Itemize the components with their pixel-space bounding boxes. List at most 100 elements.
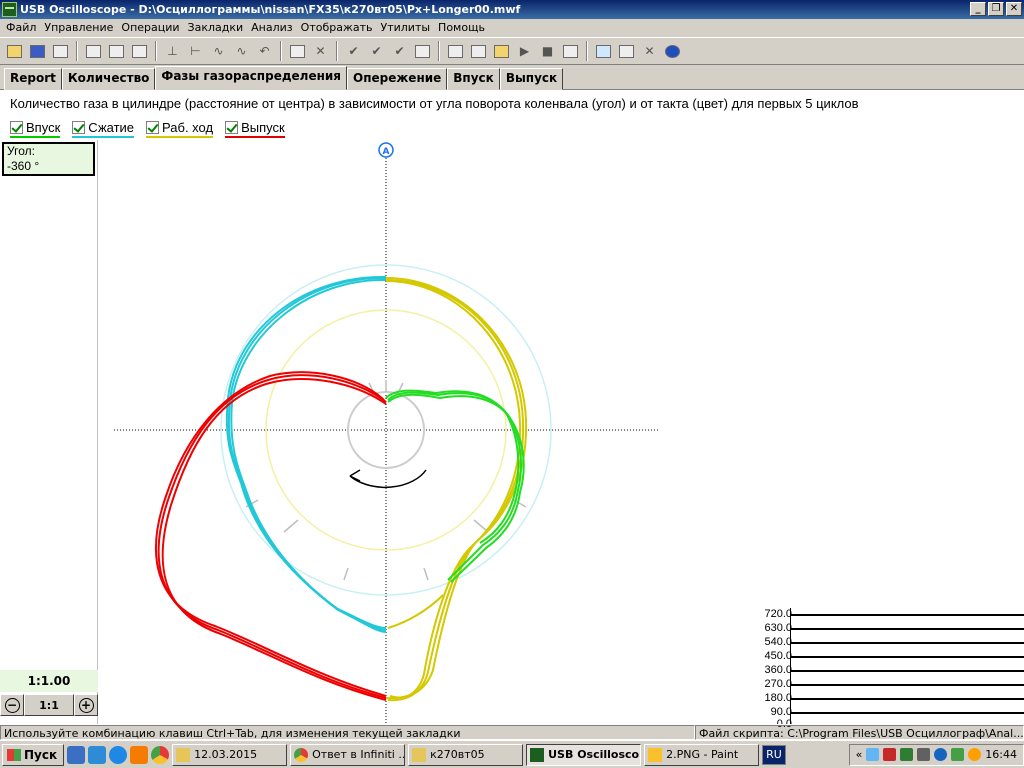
oscilloscope-app-icon: [530, 747, 545, 762]
explorer-icon[interactable]: [88, 745, 107, 764]
copy-image-icon[interactable]: [83, 41, 104, 62]
chrome-icon[interactable]: [151, 745, 170, 764]
tab-advance[interactable]: Опережение: [347, 68, 448, 90]
legend-compression[interactable]: Сжатие: [72, 120, 135, 138]
print-icon[interactable]: [50, 41, 71, 62]
clock[interactable]: 16:44: [985, 748, 1017, 761]
update-icon[interactable]: [968, 748, 982, 761]
menu-help[interactable]: Помощь: [436, 19, 491, 37]
series-power: [385, 277, 528, 702]
taskbar: Пуск 12.03.2015 Ответ в Infiniti ... к27…: [0, 740, 1024, 768]
delete-channel-icon[interactable]: ✕: [310, 41, 331, 62]
legend-exhaust[interactable]: Выпуск: [225, 120, 285, 138]
series-intake: [385, 389, 525, 583]
tab-intake[interactable]: Впуск: [447, 68, 500, 90]
checkbox-icon[interactable]: [146, 121, 160, 134]
tray-expand-icon[interactable]: «: [856, 748, 863, 761]
script-stop-icon[interactable]: ■: [537, 41, 558, 62]
tab-report[interactable]: Report: [4, 68, 62, 90]
folder-icon: [412, 747, 427, 762]
waveform-alt-icon[interactable]: ∿: [231, 41, 252, 62]
show-desktop-icon[interactable]: [67, 745, 86, 764]
checkbox-icon[interactable]: [225, 121, 239, 134]
paste-icon[interactable]: [106, 41, 127, 62]
taskbar-item-oscilloscope[interactable]: USB Oscillosco...: [526, 743, 642, 766]
taskbar-item-folder[interactable]: к270вт05: [408, 743, 524, 766]
legend-power[interactable]: Раб. ход: [146, 120, 214, 138]
media-icon[interactable]: [130, 745, 149, 764]
menu-file[interactable]: Файл: [4, 19, 42, 37]
page-icon[interactable]: [616, 41, 637, 62]
checkbox-icon[interactable]: [10, 121, 23, 134]
script-options-icon[interactable]: [560, 41, 581, 62]
chart-icon[interactable]: [593, 41, 614, 62]
zoom-ratio: 1:1.00: [0, 670, 98, 692]
scale-row: 540.0: [750, 636, 1024, 650]
undo-icon[interactable]: ↶: [254, 41, 275, 62]
scale-row: 360.0: [750, 664, 1024, 678]
script-run-icon[interactable]: ▶: [514, 41, 535, 62]
script-open-icon[interactable]: [491, 41, 512, 62]
value-scale: 720.0 630.0 540.0 450.0 360.0 270.0 180.…: [750, 608, 1024, 730]
taskbar-item-folder-date[interactable]: 12.03.2015: [172, 743, 288, 766]
tab-quantity[interactable]: Количество: [61, 68, 156, 90]
check-icon[interactable]: ✔: [343, 41, 364, 62]
scale-row: 450.0: [750, 650, 1024, 664]
start-button[interactable]: Пуск: [2, 743, 65, 766]
close-button[interactable]: ✕: [1006, 2, 1022, 16]
bluetooth-icon[interactable]: [934, 748, 948, 761]
reference-ring: [265, 309, 507, 551]
tool-icon[interactable]: [129, 41, 150, 62]
taskbar-item-browser[interactable]: Ответ в Infiniti ...: [290, 743, 406, 766]
device-icon[interactable]: [917, 748, 931, 761]
waveform-icon[interactable]: ∿: [208, 41, 229, 62]
menu-operations[interactable]: Операции: [119, 19, 185, 37]
angle-label: Угол:: [7, 144, 35, 158]
zoom-out-button[interactable]: −: [0, 694, 24, 716]
menu-bookmarks[interactable]: Закладки: [186, 19, 250, 37]
start-label: Пуск: [24, 747, 58, 762]
tab-valve-timing[interactable]: Фазы газораспределения: [155, 66, 347, 90]
checkbox-icon[interactable]: [72, 121, 86, 134]
paint-icon: [648, 747, 663, 762]
help-icon[interactable]: [662, 41, 683, 62]
tab-exhaust[interactable]: Выпуск: [499, 68, 564, 90]
save-icon[interactable]: [27, 41, 48, 62]
minimize-button[interactable]: _: [970, 2, 986, 16]
zoom-fit-icon[interactable]: [468, 41, 489, 62]
menu-analysis[interactable]: Анализ: [249, 19, 299, 37]
antivirus-icon[interactable]: [883, 748, 897, 761]
status-green-icon[interactable]: [951, 748, 965, 761]
scale-row: 180.0: [750, 692, 1024, 706]
content-area: Количество газа в цилиндре (расстояние о…: [0, 90, 1024, 730]
network-icon[interactable]: [866, 748, 880, 761]
check-all-icon[interactable]: ✔: [366, 41, 387, 62]
polar-plot[interactable]: A: [98, 140, 688, 724]
chrome-icon: [294, 747, 309, 762]
taskbar-item-paint[interactable]: 2.PNG - Paint: [644, 743, 760, 766]
cursor-icon[interactable]: ⊥: [162, 41, 183, 62]
toolbar-separator: [155, 41, 157, 61]
marker-a-label: A: [383, 147, 390, 157]
open-folder-icon[interactable]: [4, 41, 25, 62]
minus-icon: −: [4, 697, 20, 713]
menu-view[interactable]: Отображать: [299, 19, 379, 37]
ie-icon[interactable]: [109, 745, 128, 764]
legend-intake[interactable]: Впуск: [10, 120, 61, 138]
grid-icon[interactable]: [445, 41, 466, 62]
document-icon[interactable]: [412, 41, 433, 62]
channel-icon[interactable]: [287, 41, 308, 62]
rotation-arrow-icon: [349, 469, 427, 489]
zoom-reset-button[interactable]: 1:1: [24, 694, 74, 716]
check-double-icon[interactable]: ✔: [389, 41, 410, 62]
marker-icon[interactable]: ⊢: [185, 41, 206, 62]
legend: Впуск Сжатие Раб. ход Выпуск: [10, 120, 285, 138]
tool-tray-icon[interactable]: [900, 748, 914, 761]
close-chart-icon[interactable]: ✕: [639, 41, 660, 62]
restore-button[interactable]: ❐: [988, 2, 1004, 16]
folder-icon: [176, 747, 191, 762]
language-indicator[interactable]: RU: [762, 744, 786, 765]
zoom-in-button[interactable]: +: [74, 694, 98, 716]
menu-utilities[interactable]: Утилиты: [379, 19, 437, 37]
menu-control[interactable]: Управление: [42, 19, 119, 37]
